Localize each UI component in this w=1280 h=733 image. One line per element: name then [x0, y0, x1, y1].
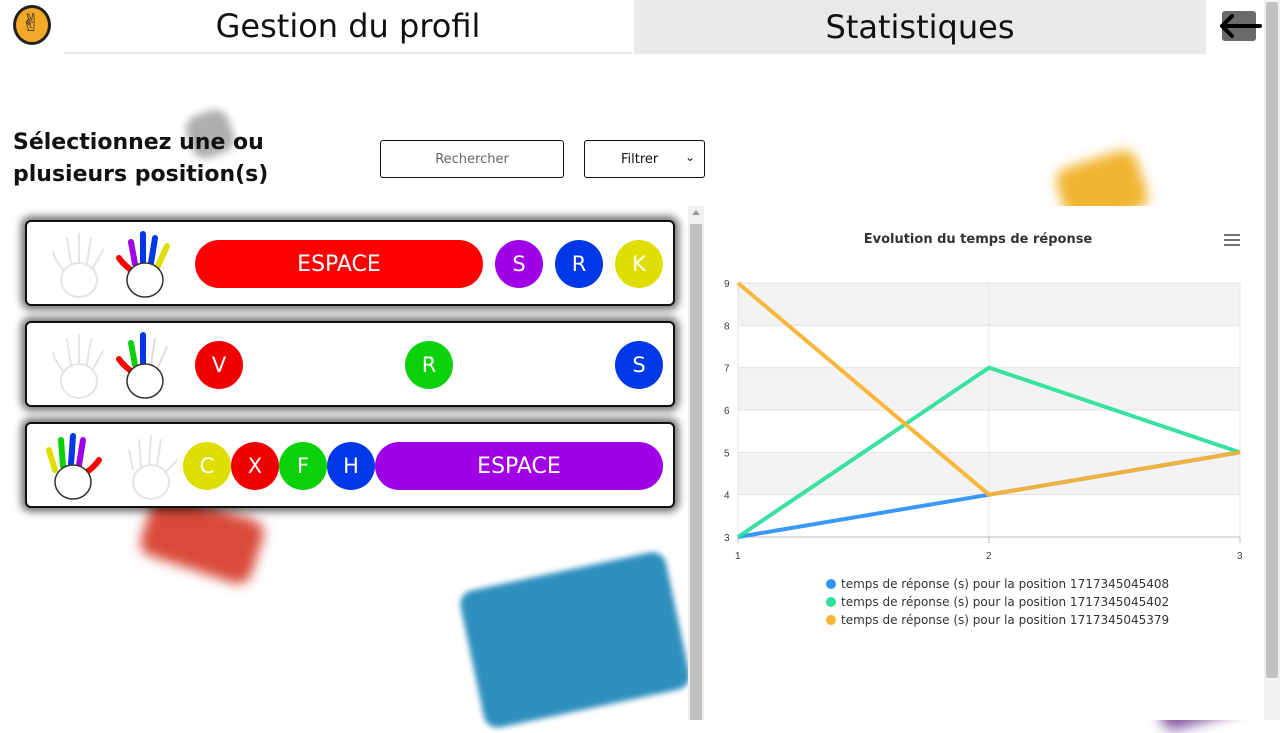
search-input[interactable]: Rechercher	[380, 140, 564, 178]
key-circle: R	[555, 240, 603, 288]
key-circle: H	[327, 442, 375, 490]
filter-selected-label: Filtrer	[621, 152, 659, 167]
key-circle: K	[615, 240, 663, 288]
tab-profile-management[interactable]: Gestion du profil	[64, 0, 632, 54]
page-scrollbar-thumb[interactable]	[1266, 2, 1278, 678]
x-tick-label: 2	[986, 551, 992, 562]
left-hand-icon	[46, 433, 102, 500]
scroll-up-icon[interactable]	[692, 210, 700, 215]
x-tick-label: 3	[1237, 551, 1243, 562]
y-tick-label: 9	[724, 279, 730, 290]
legend-item[interactable]: temps de réponse (s) pour la position 17…	[826, 593, 1169, 611]
position-card[interactable]: V R S	[25, 321, 675, 407]
top-navigation: Gestion du profil Statistiques	[0, 0, 1264, 54]
y-tick-label: 3	[724, 533, 730, 544]
peace-hand-logo-icon	[13, 5, 51, 45]
app-logo[interactable]	[0, 0, 62, 54]
filter-select[interactable]: Filtrer ⌄	[584, 140, 705, 178]
list-scrollbar[interactable]	[688, 206, 704, 720]
positions-list[interactable]: ESPACE S R K V R S C X F H ESPACE	[12, 206, 704, 720]
response-time-chart: Evolution du temps de réponse 3456789123…	[706, 206, 1264, 720]
legend-label: temps de réponse (s) pour la position 17…	[841, 595, 1170, 609]
y-tick-label: 5	[724, 448, 730, 459]
key-pill: ESPACE	[195, 240, 483, 288]
key-circle: X	[231, 442, 279, 490]
back-button[interactable]	[1208, 0, 1264, 54]
y-tick-label: 7	[724, 364, 730, 375]
page-scrollbar[interactable]	[1264, 0, 1280, 720]
key-circle: S	[615, 341, 663, 389]
key-pill: ESPACE	[375, 442, 663, 490]
key-circle: R	[405, 341, 453, 389]
legend-marker	[826, 615, 836, 625]
legend-label: temps de réponse (s) pour la position 17…	[841, 577, 1170, 591]
chevron-down-icon: ⌄	[685, 150, 696, 164]
y-tick-label: 4	[724, 491, 730, 502]
position-card[interactable]: C X F H ESPACE	[25, 422, 675, 508]
chart-plot: 3 4 5 6 7 8 9 1 2 3	[724, 279, 1243, 562]
left-hand-icon	[52, 334, 104, 399]
key-circle: F	[279, 442, 327, 490]
left-hand-icon	[52, 233, 104, 298]
list-scrollbar-thumb[interactable]	[690, 224, 702, 720]
chart-legend[interactable]: temps de réponse (s) pour la position 17…	[826, 575, 1169, 629]
legend-label: temps de réponse (s) pour la position 17…	[841, 613, 1170, 627]
right-hand-icon	[128, 435, 178, 500]
right-hand-icon	[116, 332, 168, 399]
key-circle: C	[183, 442, 231, 490]
position-card[interactable]: ESPACE S R K	[25, 220, 675, 306]
legend-marker	[826, 579, 836, 589]
right-hand-icon	[116, 231, 170, 298]
y-tick-label: 6	[724, 406, 730, 417]
legend-item[interactable]: temps de réponse (s) pour la position 17…	[826, 611, 1169, 629]
key-circle: S	[495, 240, 543, 288]
legend-item[interactable]: temps de réponse (s) pour la position 17…	[826, 575, 1169, 593]
y-tick-label: 8	[724, 321, 730, 332]
legend-marker	[826, 597, 836, 607]
key-circle: V	[195, 341, 243, 389]
back-button-bg	[1220, 11, 1262, 41]
tab-statistics[interactable]: Statistiques	[634, 0, 1206, 54]
selection-title: Sélectionnez une ou plusieurs position(s…	[13, 130, 269, 187]
arrow-left-icon	[1220, 14, 1262, 38]
x-tick-label: 1	[735, 551, 741, 562]
